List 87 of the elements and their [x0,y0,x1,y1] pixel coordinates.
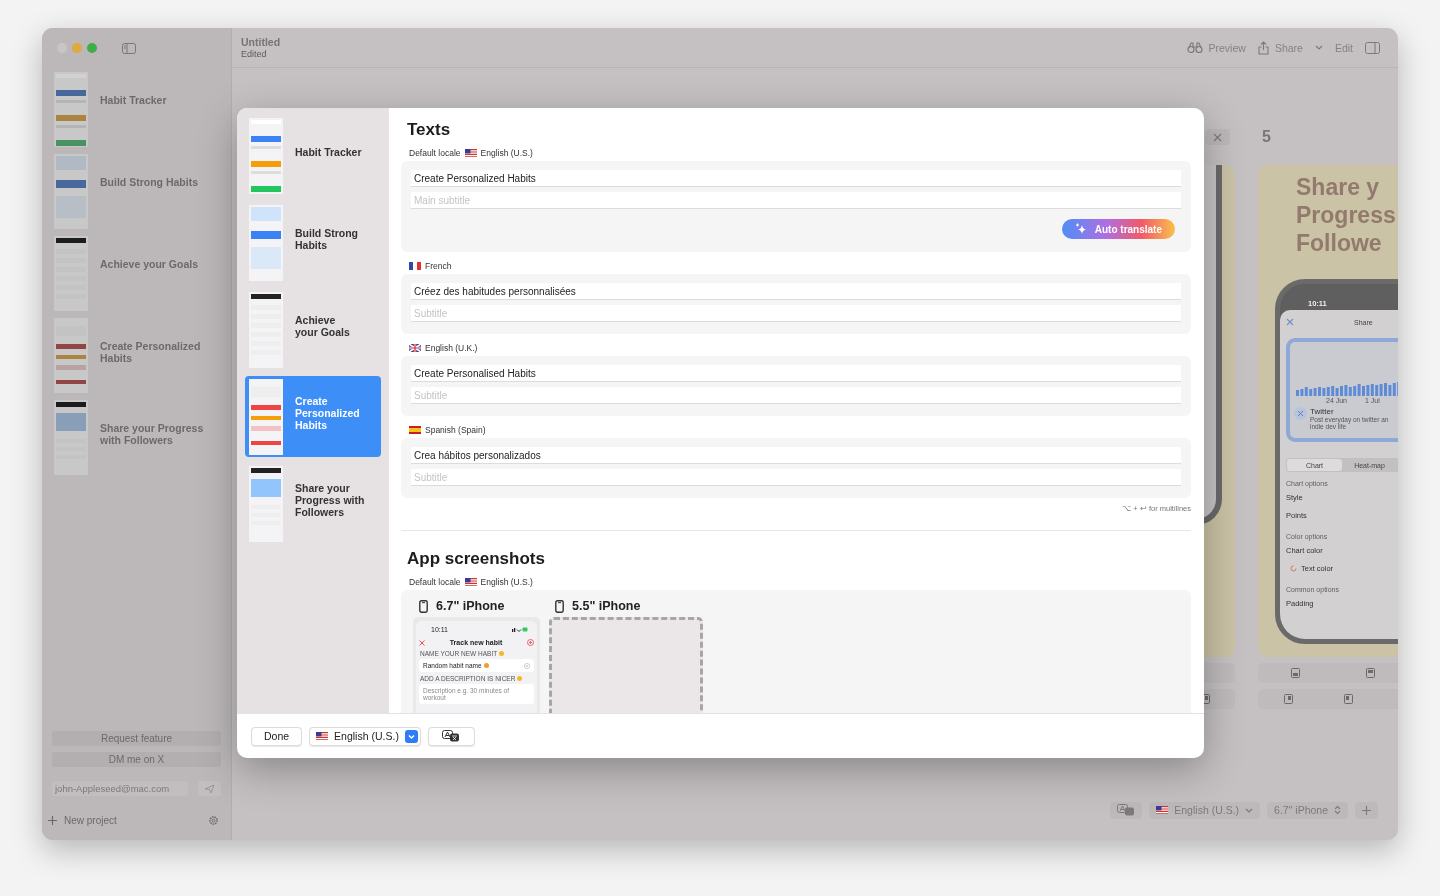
subtitle-field[interactable]: Subtitle [411,469,1181,486]
project-list-item[interactable]: Share your Progress with Followers [245,463,381,544]
close-icon[interactable] [1286,318,1294,326]
layout-icon[interactable] [1291,668,1300,678]
page-number: 5 [1262,128,1271,146]
done-button[interactable]: Done [251,726,303,746]
title-field[interactable]: Créez des habitudes personnalisées [411,283,1181,300]
card-title-line: Followe [1296,229,1383,257]
locale-name: English (U.S.) [480,577,533,587]
sparkle-icon [1074,223,1087,235]
emoji-icon [499,651,505,656]
layout-icon[interactable] [1366,668,1375,678]
flag-icon [409,262,421,270]
share-icon [1257,40,1269,55]
project-title: Achieve your Goals [100,258,200,270]
card-title-line: Share y [1296,173,1381,201]
flag-icon [409,344,421,352]
phone-icon [419,599,428,613]
layout-icon[interactable] [1343,694,1353,704]
document-title: Untitled [241,36,281,48]
sidebar-toggle-icon[interactable] [122,42,136,54]
zoom-window-button[interactable] [87,43,97,53]
plus-icon [1362,805,1371,815]
flag-icon [316,732,329,740]
close-icon[interactable] [419,639,425,646]
layout-icon[interactable] [1283,694,1293,704]
x-logo-icon [1294,407,1307,420]
close-button[interactable] [1205,129,1230,145]
chevron-down-icon [404,729,418,743]
project-title: Create Personalized Habits [295,394,360,433]
email-field[interactable]: john-Appleseed@mac.com [52,781,188,796]
section-title: App screenshots [407,549,546,569]
device-name: 5.5" iPhone [572,599,641,613]
flag-icon [464,578,477,586]
flag-icon [464,149,477,157]
project-title: Create Personalized Habits [100,340,202,364]
chevron-down-icon [1245,807,1254,813]
locale-caption: Default locale [409,148,461,158]
document-status: Edited [241,49,268,59]
plus-icon [48,816,57,825]
card-title-line: Progress [1296,201,1397,229]
project-list-item[interactable]: Habit Tracker [245,115,381,196]
sidebar-panel-icon [1365,41,1380,54]
emoji-icon [517,676,523,681]
chevron-down-icon [1314,45,1323,50]
project-title: Share your Progress with Followers [295,481,365,520]
subtitle-field[interactable]: Main subtitle [411,192,1181,209]
locale-name: English (U.S.) [480,148,533,158]
phone-icon [555,599,564,613]
emoji-icon [483,663,489,668]
flag-icon [1156,806,1169,814]
project-title: Habit Tracker [100,94,168,106]
close-icon [1213,132,1222,142]
locale-popup[interactable]: English (U.S.) [309,726,421,746]
translate-icon [1117,804,1136,816]
locale-name: French [425,261,452,271]
project-list-item[interactable]: Build Strong Habits [245,202,381,283]
project-title: Build Strong Habits [295,226,358,253]
device-name: 6.7" iPhone [436,599,505,613]
locale-caption: Default locale [409,577,461,587]
title-field[interactable]: Crea hábitos personalizados [411,447,1181,464]
subtitle-field[interactable]: Subtitle [411,387,1181,404]
translate-icon [442,730,461,742]
send-icon [204,783,215,794]
settings-icon[interactable] [208,815,219,826]
title-field[interactable]: Create Personalized Habits [411,170,1181,187]
project-list-item[interactable]: Achieve your Goals [245,289,381,370]
project-title: Share your Progress with Followers [100,422,205,446]
project-title: Achieve your Goals [295,313,350,340]
section-title: Texts [407,120,452,140]
account-name: Twitter [1310,407,1335,416]
status-icons [512,627,528,632]
locale-name: Spanish (Spain) [425,425,486,435]
project-title: Habit Tracker [295,145,362,160]
translate-button[interactable] [427,726,475,746]
up-down-chevron-icon [1334,805,1341,815]
binoculars-icon [1186,42,1203,53]
project-title: Build Strong Habits [100,176,199,188]
title-field[interactable]: Create Personalised Habits [411,365,1181,382]
send-button[interactable] [198,781,221,796]
reset-icon [1290,565,1297,572]
subtitle-field[interactable]: Subtitle [411,305,1181,322]
add-button[interactable] [1355,801,1378,819]
locale-name: English (U.K.) [425,343,478,353]
add-circle-icon[interactable] [527,639,534,646]
flag-icon [409,426,421,434]
clear-icon [524,662,530,669]
